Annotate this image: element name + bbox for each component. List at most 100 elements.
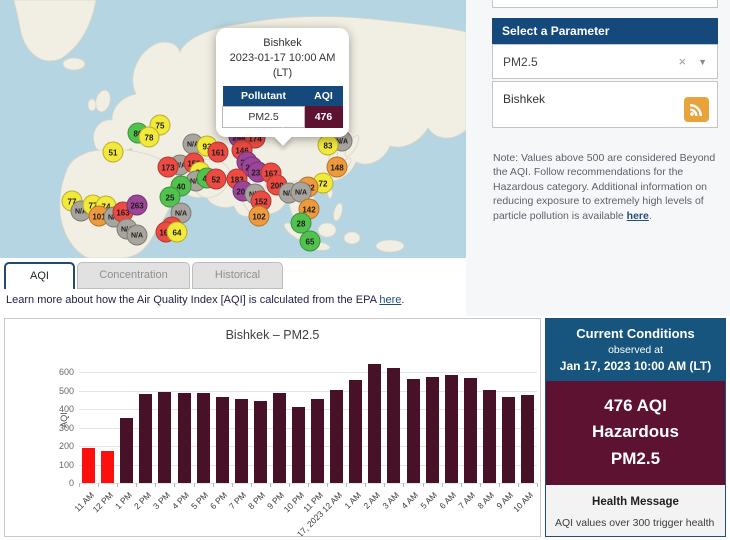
map-popup: Bishkek 2023-01-17 10:00 AM (LT) Polluta… — [216, 28, 349, 137]
chart-bar — [82, 448, 95, 483]
rss-icon[interactable] — [684, 97, 709, 122]
chart-bar — [330, 390, 343, 483]
y-axis-tick-label: 100 — [46, 460, 74, 470]
aqi-marker[interactable]: 64 — [167, 222, 188, 243]
chart-bar — [407, 379, 420, 483]
aqi-marker[interactable]: 65 — [300, 231, 321, 252]
tab-historical[interactable]: Historical — [192, 262, 283, 289]
note-here-link[interactable]: here — [627, 210, 649, 222]
x-axis-tick — [499, 483, 500, 487]
y-axis-tick-label: 500 — [46, 386, 74, 396]
y-axis-tick-label: 600 — [46, 367, 74, 377]
observed-at-label: observed at — [550, 344, 721, 356]
tab-aqi[interactable]: AQI — [4, 262, 75, 289]
chart-bar — [349, 380, 362, 484]
x-axis-tick — [232, 483, 233, 487]
x-axis-tick — [174, 483, 175, 487]
chart-bar — [254, 401, 267, 483]
aqi-summary-block: 476 AQI Hazardous PM2.5 — [546, 381, 725, 485]
popup-city: Bishkek — [222, 36, 343, 51]
gridline — [79, 372, 537, 373]
y-axis-tick-label: 400 — [46, 404, 74, 414]
x-axis-tick — [480, 483, 481, 487]
chart-bar — [445, 375, 458, 483]
aqi-pollutant-line: PM2.5 — [546, 446, 725, 472]
current-conditions-panel: Current Conditions observed at Jan 17, 2… — [545, 318, 726, 537]
x-axis-tick — [213, 483, 214, 487]
popup-pollutant-value: PM2.5 — [223, 106, 305, 127]
x-axis-tick — [79, 483, 80, 487]
x-axis-tick — [289, 483, 290, 487]
aqi-marker[interactable]: 51 — [103, 142, 124, 163]
x-axis-tick — [308, 483, 309, 487]
x-axis-tick — [136, 483, 137, 487]
chart-bar — [292, 407, 305, 483]
chart-bar — [521, 395, 534, 483]
x-axis-tick — [117, 483, 118, 487]
popup-datetime: 2023-01-17 10:00 AM (LT) — [222, 51, 343, 81]
x-axis-tick — [423, 483, 424, 487]
aqi-marker[interactable]: N/A — [127, 225, 148, 246]
x-axis-tick — [442, 483, 443, 487]
parameter-selected-value: PM2.5 — [503, 55, 678, 69]
current-conditions-title: Current Conditions — [550, 326, 721, 341]
x-axis-tick — [384, 483, 385, 487]
learn-more-here-link[interactable]: here — [379, 294, 401, 306]
y-axis-tick-label: 300 — [46, 423, 74, 433]
chart-bar — [235, 399, 248, 483]
aqi-marker[interactable]: 161 — [208, 142, 229, 163]
map[interactable]: 75867851N/A93161N/A17315981N/A45524025N/… — [0, 0, 466, 258]
aqi-marker[interactable]: 263 — [127, 195, 148, 216]
aqi-marker[interactable]: 52 — [206, 169, 227, 190]
location-card: Bishkek — [492, 81, 718, 128]
x-axis-tick — [155, 483, 156, 487]
chart-bar — [368, 364, 381, 483]
health-message-section: Health Message AQI values over 300 trigg… — [546, 488, 725, 537]
observed-datetime: Jan 17, 2023 10:00 AM (LT) — [550, 359, 721, 373]
aqi-value-line: 476 AQI — [546, 393, 725, 419]
note-suffix: . — [649, 210, 652, 222]
x-axis-tick — [327, 483, 328, 487]
clear-icon[interactable]: × — [678, 54, 686, 69]
aqi-marker[interactable]: 102 — [249, 206, 270, 227]
popup-table: Pollutant AQI PM2.5 476 — [222, 86, 343, 128]
chart-bar — [197, 393, 210, 483]
chart-plot: 010020030040050060011 AM12 PM1 PM2 PM3 P… — [79, 361, 537, 483]
current-conditions-header: Current Conditions observed at Jan 17, 2… — [546, 319, 725, 381]
chart-bar — [120, 418, 133, 483]
x-axis-tick — [365, 483, 366, 487]
beyond-aqi-note: Note: Values above 500 are considered Be… — [493, 151, 722, 224]
y-axis-tick-label: 200 — [46, 441, 74, 451]
x-axis-tick — [194, 483, 195, 487]
aqi-marker[interactable]: 83 — [318, 135, 339, 156]
learn-more-suffix: . — [401, 294, 404, 306]
y-axis-tick-label: 0 — [46, 478, 74, 488]
parameter-card: Select a Parameter PM2.5 × ▼ — [492, 18, 718, 79]
chart-bar — [502, 397, 515, 483]
chart-bar — [139, 394, 152, 483]
x-axis-tick — [461, 483, 462, 487]
tab-bar: AQIConcentrationHistorical — [4, 262, 285, 289]
x-axis-tick — [98, 483, 99, 487]
popup-col-aqi: AQI — [304, 86, 342, 107]
aqi-marker[interactable]: 78 — [139, 127, 160, 148]
note-text: Note: Values above 500 are considered Be… — [493, 152, 715, 222]
parameter-select[interactable]: PM2.5 × ▼ — [492, 44, 718, 79]
chart-bar — [178, 393, 191, 483]
location-label: Bishkek — [503, 92, 545, 106]
chart-bar — [158, 392, 171, 484]
x-axis-tick — [270, 483, 271, 487]
chart-bar — [311, 399, 324, 483]
chart-bar — [483, 390, 496, 483]
tab-concentration[interactable]: Concentration — [77, 262, 190, 289]
chart-bar — [387, 368, 400, 484]
search-box-partial[interactable] — [492, 0, 718, 8]
chevron-down-icon[interactable]: ▼ — [698, 57, 707, 67]
aqi-marker[interactable]: 173 — [158, 157, 179, 178]
chart-bar — [216, 397, 229, 483]
learn-more-text: Learn more about how the Air Quality Ind… — [6, 294, 379, 306]
x-axis-tick — [346, 483, 347, 487]
aqi-category-line: Hazardous — [546, 419, 725, 445]
popup-col-pollutant: Pollutant — [223, 86, 305, 107]
x-axis-tick — [518, 483, 519, 487]
